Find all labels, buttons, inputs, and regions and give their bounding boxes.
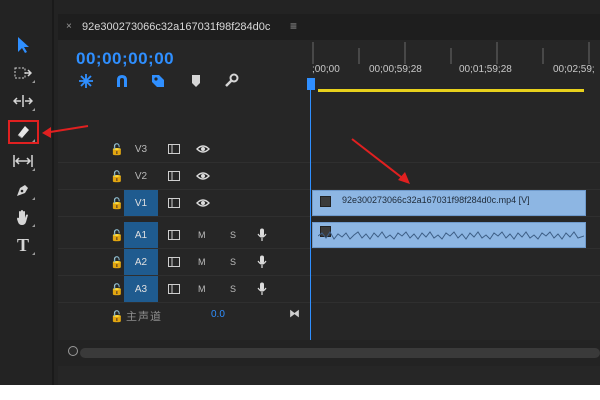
sync-lock-icon[interactable]	[168, 171, 180, 181]
mute-track-button[interactable]: M	[198, 284, 206, 294]
ruler-tick-label: 00;00;59;28	[369, 64, 422, 75]
sync-lock-icon[interactable]	[168, 144, 180, 154]
type-tool-icon[interactable]: T	[10, 234, 36, 256]
solo-track-button[interactable]: S	[230, 257, 236, 267]
type-tool-glyph: T	[16, 234, 29, 255]
snap-magnet-icon[interactable]	[113, 72, 131, 90]
track-select-tool-icon[interactable]	[10, 62, 36, 84]
toggle-output-eye-icon[interactable]	[196, 144, 210, 154]
master-track-label: 主声道	[126, 311, 162, 323]
track-lock-icon[interactable]: 🔓	[110, 310, 124, 323]
voiceover-record-mic-icon[interactable]	[257, 255, 267, 269]
selection-tool-icon[interactable]	[10, 34, 36, 56]
mute-track-button[interactable]: M	[198, 257, 206, 267]
nest-sequence-icon[interactable]	[77, 72, 95, 90]
ruler-tick-label: ;00;00	[312, 64, 340, 75]
master-volume-value[interactable]: 0.0	[211, 309, 225, 320]
track-label-a3[interactable]: A3	[124, 276, 158, 302]
track-lock-icon[interactable]: 🔓	[110, 283, 124, 296]
audio-waveform	[318, 231, 584, 240]
panel-menu-icon[interactable]: ≡	[290, 19, 297, 33]
solo-track-button[interactable]: S	[230, 284, 236, 294]
solo-track-button[interactable]: S	[230, 230, 236, 240]
toggle-output-eye-icon[interactable]	[196, 171, 210, 181]
voiceover-record-mic-icon[interactable]	[257, 228, 267, 242]
slip-tool-icon[interactable]	[10, 150, 36, 172]
mute-track-button[interactable]: M	[198, 230, 206, 240]
sequence-name[interactable]: 92e300273066c32a167031f98f284d0c	[82, 21, 270, 33]
sync-lock-icon[interactable]	[168, 198, 180, 208]
tab-close-icon[interactable]: ×	[66, 21, 72, 32]
linked-selection-icon[interactable]	[149, 72, 167, 90]
voiceover-record-mic-icon[interactable]	[257, 282, 267, 296]
tools-panel: T	[0, 0, 54, 385]
work-area-bar[interactable]	[318, 89, 584, 92]
track-lock-icon[interactable]: 🔓	[110, 197, 124, 210]
ripple-edit-tool-icon[interactable]	[10, 90, 36, 112]
hand-tool-icon[interactable]	[10, 206, 36, 228]
add-marker-icon[interactable]	[187, 72, 205, 90]
sync-lock-icon[interactable]	[168, 257, 180, 267]
toggle-output-eye-icon[interactable]	[196, 198, 210, 208]
sync-lock-icon[interactable]	[168, 284, 180, 294]
clip-fx-badge-icon	[320, 196, 331, 207]
playhead-timecode[interactable]: 00;00;00;00	[76, 49, 174, 69]
pen-tool-icon[interactable]	[10, 179, 36, 201]
razor-tool-highlight	[8, 120, 39, 144]
track-lock-icon[interactable]: 🔓	[110, 143, 124, 156]
sequence-tab[interactable]: × 92e300273066c32a167031f98f284d0c ≡	[58, 14, 600, 40]
track-label-a1[interactable]: A1	[124, 222, 158, 248]
playhead-line[interactable]	[310, 90, 311, 345]
track-label-a2[interactable]: A2	[124, 249, 158, 275]
track-label-v3[interactable]: V3	[124, 136, 158, 162]
zoom-scroll-handle[interactable]	[68, 346, 78, 356]
track-label-v1[interactable]: V1	[124, 190, 158, 216]
playhead-handle[interactable]	[307, 78, 315, 90]
ruler-ticks	[312, 42, 590, 64]
track-lock-icon[interactable]: 🔓	[110, 229, 124, 242]
sync-lock-icon[interactable]	[168, 230, 180, 240]
timeline-settings-wrench-icon[interactable]	[222, 72, 240, 90]
go-to-in-out-icon[interactable]: ⧓	[289, 307, 300, 320]
ruler-tick-label: 00;02;59;	[553, 64, 595, 75]
ruler-tick-label: 00;01;59;28	[459, 64, 512, 75]
track-headers	[58, 94, 310, 340]
video-clip-label: 92e300273066c32a167031f98f284d0c.mp4 [V]	[342, 195, 530, 205]
zoom-scroll-bar[interactable]	[80, 348, 600, 358]
track-label-v2[interactable]: V2	[124, 163, 158, 189]
track-lock-icon[interactable]: 🔓	[110, 256, 124, 269]
track-lock-icon[interactable]: 🔓	[110, 170, 124, 183]
